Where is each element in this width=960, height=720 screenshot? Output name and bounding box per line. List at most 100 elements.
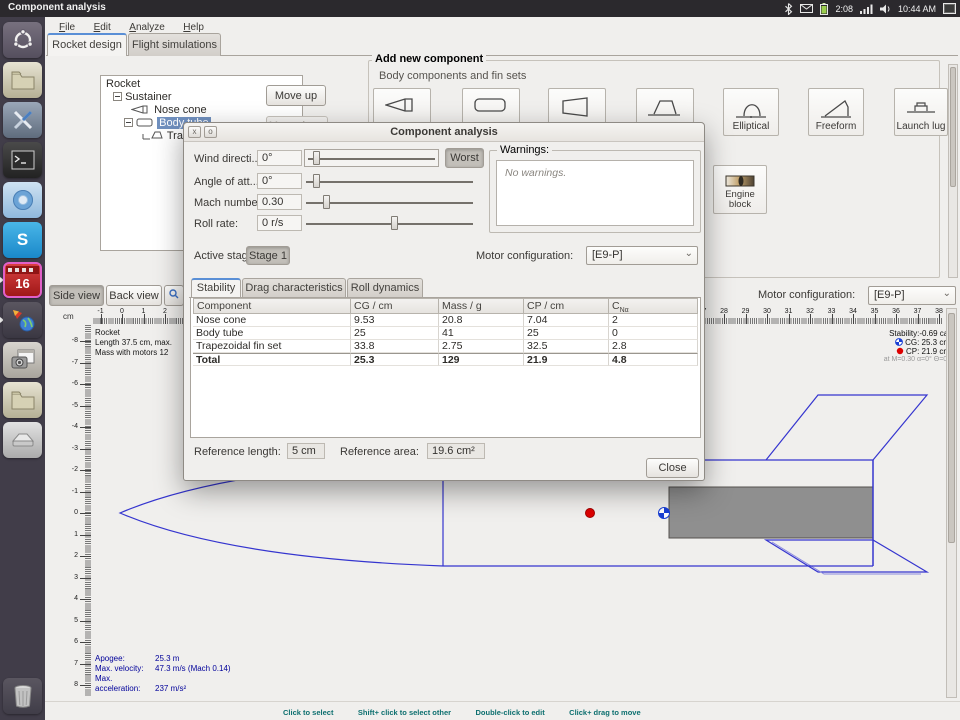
roll-rate-slider[interactable] [306,215,473,231]
table-cell: 33.8 [351,340,439,353]
wind-direction-field[interactable]: 0° [257,150,302,166]
back-view-button[interactable]: Back view [106,285,162,306]
add-launch-lug-button[interactable]: Launch lug [894,88,948,136]
warnings-list: No warnings. [496,160,694,226]
wind-direction-label: Wind directi... [194,153,261,165]
add-elliptical-fin-button[interactable]: Elliptical [723,88,779,136]
tree-item-rocket[interactable]: Rocket [106,78,140,90]
ruler-major-tick [896,314,897,324]
session-icon[interactable] [943,3,956,14]
table-cell: 32.5 [524,340,609,353]
network-signal-icon[interactable] [860,4,873,14]
roll-rate-field[interactable]: 0 r/s [257,215,302,231]
screenshot-launcher-icon[interactable] [3,342,42,378]
media-player-16-launcher-icon[interactable]: 16 [3,262,42,298]
tree-collapse-icon[interactable] [124,118,133,127]
table-header-cell: Mass / g [439,298,524,314]
files-launcher-icon[interactable] [3,62,42,98]
status-hint: Click to select [283,708,333,717]
menu-analyze[interactable]: Analyze [129,22,165,33]
mach-number-slider[interactable] [306,194,473,210]
ruler-major-tick [80,642,91,643]
add-component-title: Add new component [372,53,486,65]
menu-bar: File Edit Analyze Help [45,17,960,32]
mail-icon[interactable] [800,4,813,13]
openrocket-launcher-icon[interactable] [3,302,42,338]
bluetooth-icon[interactable] [784,3,793,15]
ruler-top-number: -1 [91,308,111,315]
volume-icon[interactable] [880,4,891,14]
add-freeform-fin-button[interactable]: Freeform [808,88,864,136]
skype-launcher-icon[interactable]: S [3,222,42,258]
dialog-motor-config-select[interactable]: [E9-P] ⌄ [586,246,698,265]
wind-direction-slider[interactable] [308,150,435,166]
ruler-left-number: -5 [58,402,78,409]
table-cell: 25 [524,327,609,340]
ruler-top-number: 2 [155,308,175,315]
status-bar: Click to select Shift+ click to select o… [45,701,960,720]
ruler-major-tick [80,406,91,407]
motor-config-select[interactable]: [E9-P] ⌄ [868,286,956,305]
rocket-info-line: Length 37.5 cm, max. [95,338,172,348]
angle-of-attack-slider[interactable] [306,173,473,189]
ruler-top-number: 0 [112,308,132,315]
tab-drag-characteristics[interactable]: Drag characteristics [242,278,346,298]
angle-of-attack-field[interactable]: 0° [257,173,302,189]
add-engine-block-button[interactable]: Engine block [713,165,767,214]
table-cell: 25 [351,327,439,340]
rocket-globe-icon [10,307,36,333]
ruler-major-tick [80,685,91,686]
side-view-button[interactable]: Side view [49,285,104,306]
cp-legend-icon [896,347,904,355]
tree-collapse-icon[interactable] [113,92,122,101]
ruler-left-number: -4 [58,423,78,430]
tab-stability[interactable]: Stability [191,278,241,298]
disk-launcher-icon[interactable] [3,422,42,458]
canvas-scrollbar[interactable] [946,308,957,698]
tab-roll-dynamics[interactable]: Roll dynamics [347,278,423,298]
ruler-major-tick [767,314,768,324]
ruler-major-tick [80,449,91,450]
skype-s-glyph: S [17,230,28,250]
tab-flight-simulations[interactable]: Flight simulations [128,33,221,56]
reference-area-label: Reference area: [340,446,419,458]
freeform-fin-icon [819,97,853,119]
dialog-titlebar[interactable]: x o Component analysis [184,123,704,142]
worst-toggle-button[interactable]: Worst [445,148,484,168]
folder-icon [11,390,35,410]
table-cell: 21.9 [524,353,609,366]
zoom-fit-button[interactable] [164,285,184,306]
cp-readout: CP: 21.9 cm [884,347,950,356]
move-up-button[interactable]: Move up [266,85,326,106]
mach-number-field[interactable]: 0.30 [257,194,302,210]
menu-file[interactable]: File [59,22,75,33]
table-cell: 0 [609,327,698,340]
dialog-tab-baseline [189,297,701,298]
ruler-top-number: 36 [886,308,906,315]
ruler-left-number: 7 [58,660,78,667]
table-cell: 25.3 [351,353,439,366]
apogee-line: Apogee:25.3 m [95,654,231,664]
dash-home-button[interactable] [3,22,42,58]
chromium-launcher-icon[interactable] [3,182,42,218]
palette-scrollbar-thumb[interactable] [950,67,956,187]
canvas-scrollbar-thumb[interactable] [948,313,955,543]
terminal-launcher-icon[interactable] [3,142,42,178]
system-settings-launcher-icon[interactable] [3,102,42,138]
nose-cone-icon [385,97,419,113]
close-button[interactable]: Close [646,458,699,478]
stability-conditions: at M=0.30 α=0° Θ=0° [884,356,950,363]
menu-help[interactable]: Help [183,22,204,33]
battery-icon[interactable] [820,3,828,15]
stage-1-toggle[interactable]: Stage 1 [246,246,290,265]
tree-item-nose-cone[interactable]: Nose cone [131,104,207,116]
tab-rocket-design[interactable]: Rocket design [47,33,127,56]
menu-edit[interactable]: Edit [94,22,111,33]
palette-scrollbar[interactable] [948,64,958,278]
ruler-unit-label: cm [63,312,74,321]
tree-item-sustainer[interactable]: Sustainer [113,91,172,103]
clock: 10:44 AM [898,4,936,14]
documents-folder-launcher-icon[interactable] [3,382,42,418]
trash-launcher-icon[interactable] [3,678,42,714]
window-title: Component analysis [8,2,106,13]
